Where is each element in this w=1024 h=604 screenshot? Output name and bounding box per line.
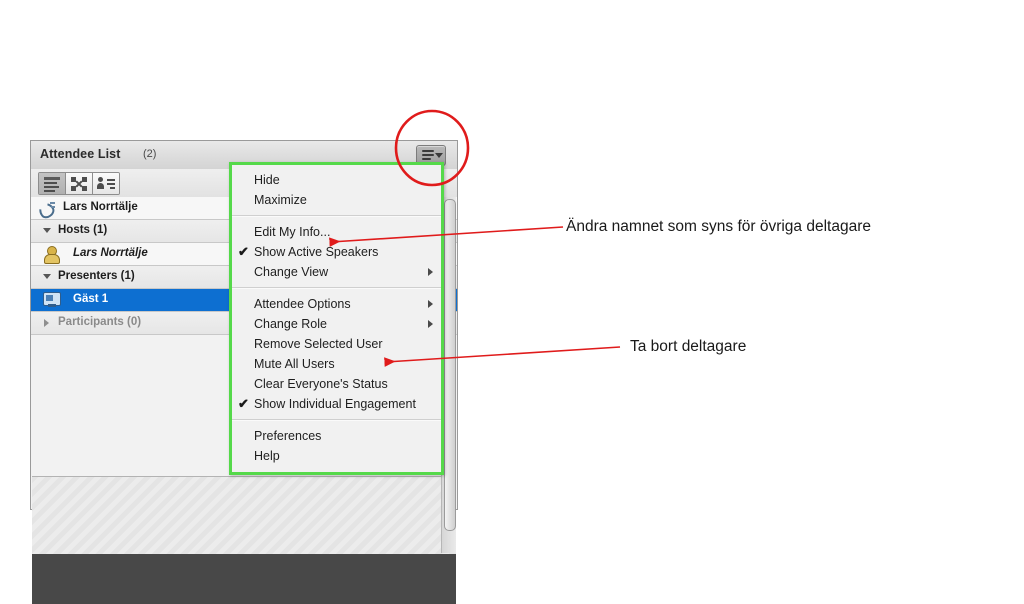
- menu-item-label: Remove Selected User: [254, 337, 383, 351]
- menu-item-help[interactable]: Help: [232, 446, 441, 466]
- menu-item-change-role[interactable]: Change Role: [232, 314, 441, 334]
- expand-grid-icon: [71, 177, 87, 191]
- list-view-icon: [44, 177, 60, 192]
- person-list-icon: [97, 176, 115, 191]
- menu-item-label: Maximize: [254, 193, 307, 207]
- triangle-collapsed-icon: [44, 319, 49, 327]
- menu-item-label: Hide: [254, 173, 280, 187]
- menu-item-label: Edit My Info...: [254, 225, 331, 239]
- menu-item-maximize[interactable]: Maximize: [232, 190, 441, 210]
- check-icon: ✔: [238, 396, 249, 411]
- menu-separator: [232, 419, 441, 421]
- grid-view-button[interactable]: [66, 173, 93, 194]
- attendee-name: Lars Norrtälje: [73, 247, 148, 259]
- triangle-expanded-icon: [43, 274, 51, 279]
- menu-item-remove-selected-user[interactable]: Remove Selected User: [232, 334, 441, 354]
- menu-item-mute-all-users[interactable]: Mute All Users: [232, 354, 441, 374]
- list-view-button[interactable]: [39, 173, 66, 194]
- menu-item-edit-my-info[interactable]: Edit My Info...: [232, 222, 441, 242]
- menu-item-preferences[interactable]: Preferences: [232, 426, 441, 446]
- menu-item-label: Help: [254, 449, 280, 463]
- chevron-down-icon: [435, 153, 443, 158]
- host-icon: [43, 246, 60, 264]
- submenu-arrow-icon: [428, 268, 433, 276]
- presenter-screen-icon: [43, 292, 61, 308]
- submenu-arrow-icon: [428, 320, 433, 328]
- annotation-label-remove-participant: Ta bort deltagare: [630, 338, 747, 355]
- menu-item-clear-everyones-status[interactable]: Clear Everyone's Status: [232, 374, 441, 394]
- group-label: Hosts (1): [58, 224, 108, 236]
- menu-item-change-view[interactable]: Change View: [232, 262, 441, 282]
- menu-item-label: Attendee Options: [254, 297, 351, 311]
- menu-separator: [232, 215, 441, 217]
- menu-item-show-active-speakers[interactable]: ✔ Show Active Speakers: [232, 242, 441, 262]
- triangle-expanded-icon: [43, 228, 51, 233]
- scrollbar-thumb[interactable]: [444, 199, 456, 531]
- name-sort-button[interactable]: [93, 173, 119, 194]
- panel-footer: [32, 554, 456, 604]
- menu-item-label: Show Active Speakers: [254, 245, 379, 259]
- menu-item-label: Clear Everyone's Status: [254, 377, 388, 391]
- hamburger-icon: [422, 150, 434, 161]
- check-icon: ✔: [238, 244, 249, 259]
- menu-item-label: Change View: [254, 265, 329, 279]
- submenu-arrow-icon: [428, 300, 433, 308]
- panel-context-menu: Hide Maximize Edit My Info... ✔ Show Act…: [229, 162, 444, 475]
- menu-item-label: Show Individual Engagement: [254, 397, 416, 411]
- view-mode-group: [38, 172, 120, 195]
- group-label: Presenters (1): [58, 270, 135, 282]
- menu-item-hide[interactable]: Hide: [232, 170, 441, 190]
- menu-separator: [232, 287, 441, 289]
- attendee-name: Gäst 1: [73, 293, 109, 305]
- menu-item-attendee-options[interactable]: Attendee Options: [232, 294, 441, 314]
- page-title: Attendee List: [40, 147, 121, 161]
- group-label: Participants (0): [58, 316, 142, 328]
- phone-icon: [36, 200, 57, 221]
- attendee-count: (2): [143, 148, 157, 160]
- attendee-name: Lars Norrtälje: [63, 201, 138, 213]
- menu-item-label: Change Role: [254, 317, 327, 331]
- annotation-label-edit-name: Ändra namnet som syns för övriga deltaga…: [566, 218, 871, 235]
- empty-list-area: [32, 476, 456, 555]
- menu-item-show-individual-engagement[interactable]: ✔ Show Individual Engagement: [232, 394, 441, 414]
- menu-item-label: Preferences: [254, 429, 322, 443]
- menu-item-label: Mute All Users: [254, 357, 335, 371]
